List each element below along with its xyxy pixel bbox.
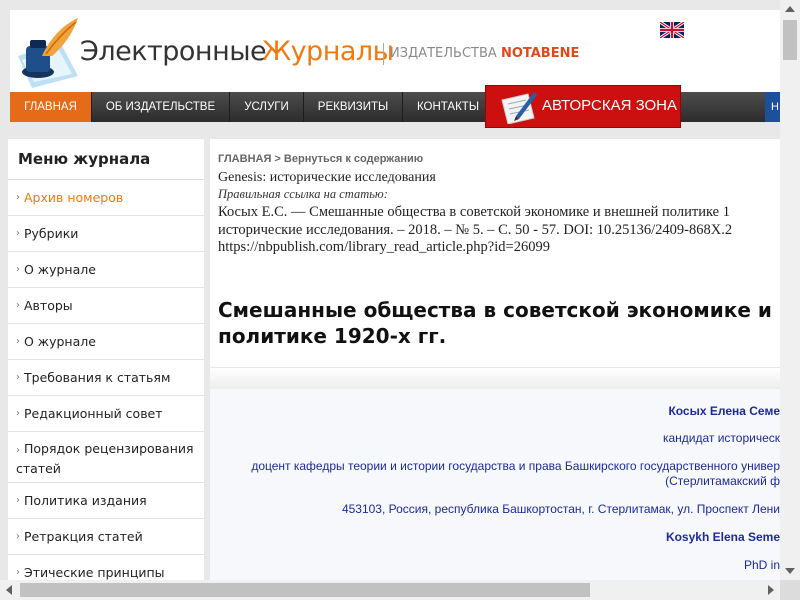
logo-publisher-label: ИЗДАТЕЛЬСТВА bbox=[390, 46, 497, 61]
breadcrumb-home-link[interactable]: ГЛАВНАЯ bbox=[218, 153, 271, 165]
breadcrumb: ГЛАВНАЯ > Вернуться к содержанию bbox=[218, 153, 424, 165]
site-header: Электронные Журналы ИЗДАТЕЛЬСТВА NOTABEN… bbox=[10, 10, 780, 92]
sidebar-item-label: Авторы bbox=[24, 298, 73, 313]
browser-viewport: Электронные Журналы ИЗДАТЕЛЬСТВА NOTABEN… bbox=[0, 0, 780, 580]
author-degree-ru: кандидат историческ bbox=[662, 431, 780, 445]
sidebar-title: Меню журнала bbox=[8, 139, 204, 180]
chevron-right-icon: › bbox=[16, 336, 20, 347]
logo-publisher: ИЗДАТЕЛЬСТВА NOTABENE bbox=[390, 46, 579, 61]
sidebar-item-ethics[interactable]: › Этические принципы bbox=[8, 555, 204, 580]
logo-word-electronic: Электронные bbox=[80, 36, 267, 67]
sidebar-item-authors[interactable]: › Авторы bbox=[8, 288, 204, 324]
vertical-scrollbar[interactable] bbox=[780, 0, 800, 580]
scroll-up-arrow-icon[interactable] bbox=[785, 6, 795, 12]
logo-divider bbox=[383, 43, 384, 65]
logo-brand: NOTABENE bbox=[500, 46, 580, 61]
article-content: ГЛАВНАЯ > Вернуться к содержанию Genesis… bbox=[210, 139, 780, 580]
sidebar-item-label: Редакционный совет bbox=[24, 406, 163, 421]
sidebar-item-requirements[interactable]: › Требования к статьям bbox=[8, 360, 204, 396]
sidebar-item-label: Архив номеров bbox=[24, 190, 124, 205]
chevron-right-icon: › bbox=[16, 228, 20, 239]
sidebar-item-label: Порядок рецензирования статей bbox=[16, 441, 194, 476]
scroll-right-arrow-icon[interactable] bbox=[768, 585, 774, 595]
author-zone-button[interactable]: АВТОРСКАЯ ЗОНА bbox=[485, 85, 681, 128]
sidebar-item-editorial-board[interactable]: › Редакционный совет bbox=[8, 396, 204, 432]
author-name-ru[interactable]: Косых Елена Семе bbox=[668, 404, 780, 418]
nav-item-requisites[interactable]: РЕКВИЗИТЫ bbox=[304, 92, 402, 122]
article-title-line-1: Смешанные общества в советской экономике… bbox=[218, 298, 772, 322]
logo-word-journals: Журналы bbox=[262, 36, 394, 67]
scroll-down-arrow-icon[interactable] bbox=[785, 568, 795, 574]
author-affiliation-ru: (Стерлитамакский ф bbox=[665, 474, 780, 488]
scrollbar-corner bbox=[780, 580, 800, 600]
sidebar-item-label: Рубрики bbox=[24, 226, 79, 241]
nav-item-contacts[interactable]: КОНТАКТЫ bbox=[403, 92, 493, 122]
sidebar-item-label: Политика издания bbox=[24, 493, 147, 508]
sidebar-item-label: Этические принципы bbox=[24, 565, 165, 580]
chevron-right-icon: › bbox=[16, 495, 20, 506]
nav-item-partial[interactable]: Н bbox=[765, 92, 780, 122]
author-degree-en: PhD in bbox=[743, 558, 780, 572]
nav-item-home[interactable]: ГЛАВНАЯ bbox=[10, 92, 91, 122]
chevron-right-icon: › bbox=[16, 372, 20, 383]
sidebar-item-rubrics[interactable]: › Рубрики bbox=[8, 216, 204, 252]
vertical-scroll-thumb[interactable] bbox=[783, 20, 797, 60]
scroll-left-arrow-icon[interactable] bbox=[6, 585, 12, 595]
citation-url[interactable]: https://nbpublish.com/library_read_artic… bbox=[218, 239, 550, 256]
sidebar-item-archive[interactable]: › Архив номеров bbox=[8, 180, 204, 216]
horizontal-scroll-thumb[interactable] bbox=[20, 583, 590, 597]
author-address-ru: 453103, Россия, республика Башкортостан,… bbox=[341, 502, 780, 516]
sidebar-item-label: Ретракция статей bbox=[24, 529, 143, 544]
sidebar-item-about-journal[interactable]: › О журнале bbox=[8, 252, 204, 288]
sidebar-item-review-process[interactable]: › Порядок рецензирования статей bbox=[8, 432, 204, 483]
nav-item-services[interactable]: УСЛУГИ bbox=[230, 92, 303, 122]
sidebar-item-label-wrap: › Порядок рецензирования статей bbox=[16, 440, 196, 478]
section-divider bbox=[210, 367, 780, 391]
citation-label: Правильная ссылка на статью: bbox=[218, 187, 388, 201]
chevron-right-icon: › bbox=[16, 445, 20, 456]
chevron-right-icon: › bbox=[16, 567, 20, 578]
citation-line-2: исторические исследования. – 2018. – № 5… bbox=[218, 222, 733, 238]
article-title: Смешанные общества в советской экономике… bbox=[218, 297, 772, 349]
citation-line-1: Косых Е.С. — Смешанные общества в советс… bbox=[218, 204, 730, 220]
sidebar-item-retraction[interactable]: › Ретракция статей bbox=[8, 519, 204, 555]
author-name-en[interactable]: Kosykh Elena Seme bbox=[666, 530, 780, 544]
uk-flag-icon[interactable] bbox=[660, 22, 684, 38]
sidebar-item-label: Требования к статьям bbox=[24, 370, 171, 385]
horizontal-scrollbar[interactable] bbox=[0, 580, 780, 600]
nav-item-about-publisher[interactable]: ОБ ИЗДАТЕЛЬСТВЕ bbox=[92, 92, 229, 122]
inkwell-quill-icon bbox=[18, 18, 78, 88]
journal-name: Genesis: исторические исследования bbox=[218, 170, 436, 185]
chevron-right-icon: › bbox=[16, 531, 20, 542]
breadcrumb-back-link[interactable]: Вернуться к содержанию bbox=[284, 153, 423, 165]
sidebar-item-label: О журнале bbox=[24, 262, 96, 277]
author-zone-label: АВТОРСКАЯ ЗОНА bbox=[542, 97, 677, 114]
chevron-right-icon: › bbox=[16, 192, 20, 203]
author-info: Косых Елена Семе кандидат историческ доц… bbox=[210, 389, 780, 580]
article-title-line-2: политике 1920-х гг. bbox=[218, 324, 447, 348]
chevron-right-icon: › bbox=[16, 300, 20, 311]
author-position-ru: доцент кафедры теории и истории государс… bbox=[251, 459, 780, 473]
chevron-right-icon: › bbox=[16, 408, 20, 419]
sidebar-item-publication-policy[interactable]: › Политика издания bbox=[8, 483, 204, 519]
chevron-right-icon: › bbox=[16, 264, 20, 275]
sidebar-item-label: О журнале bbox=[24, 334, 96, 349]
sidebar-item-about-journal-2[interactable]: › О журнале bbox=[8, 324, 204, 360]
notebook-pen-icon bbox=[501, 92, 537, 124]
journal-menu-sidebar: Меню журнала › Архив номеров › Рубрики › О … bbox=[8, 139, 204, 580]
